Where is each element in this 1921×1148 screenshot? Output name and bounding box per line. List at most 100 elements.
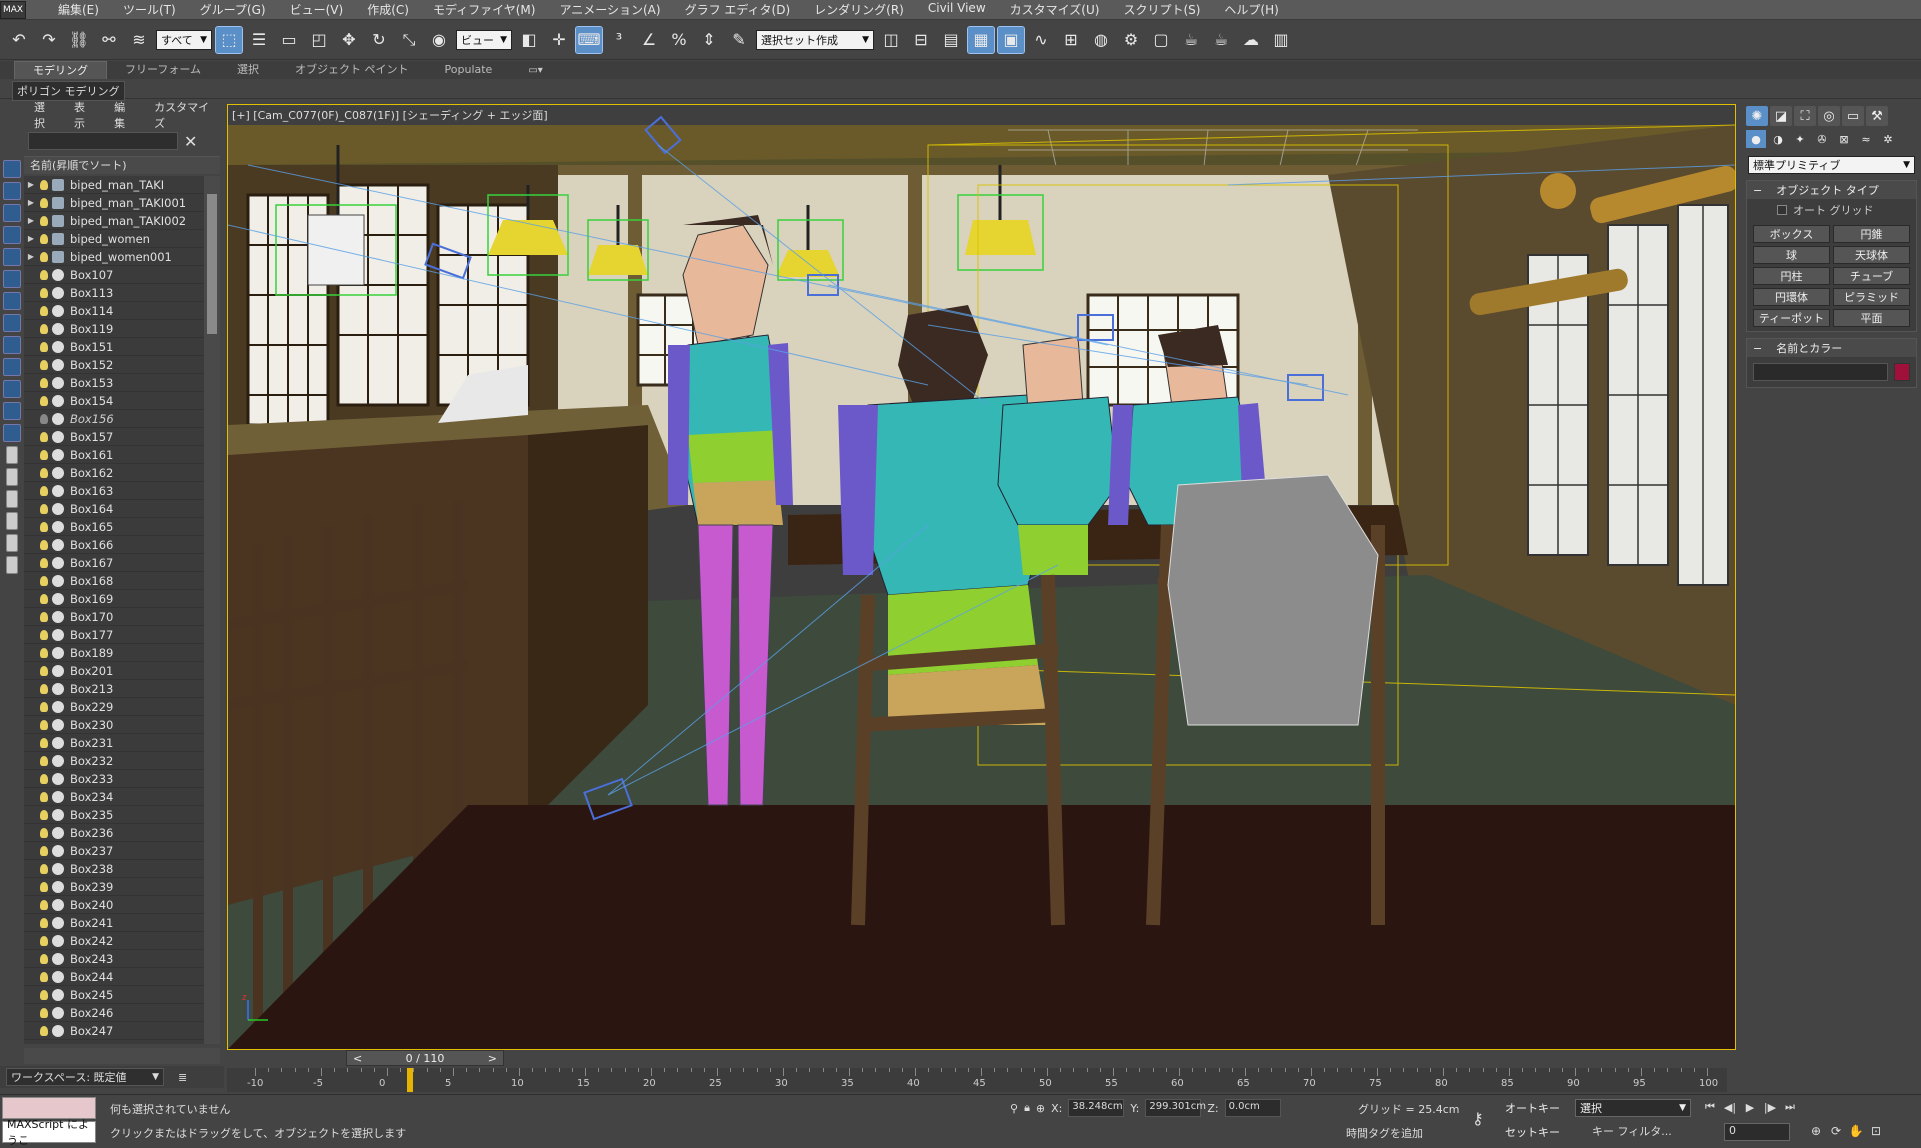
visibility-bulb-icon[interactable] <box>40 971 48 982</box>
primitive-button-8[interactable]: ティーポット <box>1753 309 1830 327</box>
cameras-icon[interactable]: ✇ <box>1812 130 1832 148</box>
menu-6[interactable]: アニメーション(A) <box>547 1 672 18</box>
menu-3[interactable]: ビュー(V) <box>278 1 356 18</box>
visibility-bulb-icon[interactable] <box>40 953 48 964</box>
list-item[interactable]: Box238 <box>24 860 204 878</box>
display-all-icon[interactable] <box>3 182 21 200</box>
list-item[interactable]: ▶ biped_man_TAKI <box>24 176 204 194</box>
visibility-bulb-icon[interactable] <box>40 629 48 640</box>
visibility-bulb-icon[interactable] <box>40 269 48 280</box>
pivot-center-icon[interactable]: ◧ <box>516 27 542 53</box>
auto-key-button[interactable]: オートキー <box>1505 1099 1565 1117</box>
spinner-snap-icon[interactable]: ⇕ <box>696 27 722 53</box>
sort-icon[interactable] <box>6 556 18 574</box>
list-item[interactable]: Box230 <box>24 716 204 734</box>
workspace-dropdown[interactable]: ワークスペース: 既定値 ▼ <box>6 1068 164 1086</box>
scale-icon[interactable]: ⤡ <box>396 27 422 53</box>
visibility-bulb-icon[interactable] <box>40 359 48 370</box>
list-item[interactable]: Box154 <box>24 392 204 410</box>
list-item[interactable]: Box168 <box>24 572 204 590</box>
display-none-icon[interactable] <box>3 160 21 178</box>
window-crossing-icon[interactable]: ◰ <box>306 27 332 53</box>
list-item[interactable]: Box239 <box>24 878 204 896</box>
list-item[interactable]: Box201 <box>24 662 204 680</box>
list-item[interactable]: Box234 <box>24 788 204 806</box>
primitive-type-dropdown[interactable]: 標準プリミティブ ▼ <box>1748 156 1915 174</box>
visibility-bulb-icon[interactable] <box>40 593 48 604</box>
display-groups-icon[interactable] <box>3 336 21 354</box>
visibility-bulb-icon[interactable] <box>40 341 48 352</box>
visibility-bulb-icon[interactable] <box>40 503 48 514</box>
visibility-bulb-icon[interactable] <box>40 827 48 838</box>
ribbon-tab-0[interactable]: モデリング <box>14 61 107 79</box>
list-item[interactable]: ▶ biped_women001 <box>24 248 204 266</box>
polygon-modeling-label[interactable]: ポリゴン モデリング <box>12 81 125 101</box>
visibility-bulb-icon[interactable] <box>40 719 48 730</box>
visibility-bulb-icon[interactable] <box>40 449 48 460</box>
layers-icon[interactable]: ≣ <box>178 1071 187 1084</box>
motion-tab-icon[interactable]: ◎ <box>1818 106 1840 126</box>
select-manipulate-icon[interactable]: ✛ <box>546 27 572 53</box>
snap-3d-icon[interactable]: ³ <box>606 27 632 53</box>
current-frame-field[interactable]: 0 <box>1724 1123 1790 1141</box>
helpers-icon[interactable]: ⊠ <box>1834 130 1854 148</box>
expand-icon[interactable]: ▶ <box>24 198 38 207</box>
lock-icon[interactable]: 🔒︎ <box>1024 1101 1030 1115</box>
named-selection-set-dropdown[interactable]: 選択セット作成 ▼ <box>756 29 874 50</box>
primitive-button-5[interactable]: チューブ <box>1833 267 1910 285</box>
list-item[interactable]: Box152 <box>24 356 204 374</box>
visibility-bulb-icon[interactable] <box>40 611 48 622</box>
percent-snap-icon[interactable]: % <box>666 27 692 53</box>
list-item[interactable]: Box189 <box>24 644 204 662</box>
hierarchy-tab-icon[interactable]: ⛶ <box>1794 106 1816 126</box>
primitive-button-3[interactable]: 天球体 <box>1833 246 1910 264</box>
visibility-bulb-icon[interactable] <box>40 557 48 568</box>
visibility-bulb-icon[interactable] <box>40 773 48 784</box>
ribbon-tab-4[interactable]: Populate <box>427 61 511 79</box>
visibility-bulb-icon[interactable] <box>40 431 48 442</box>
ribbon-tab-1[interactable]: フリーフォーム <box>107 61 219 79</box>
display-tab-icon[interactable]: ▭ <box>1842 106 1864 126</box>
visibility-bulb-icon[interactable] <box>40 485 48 496</box>
display-xrefs-icon[interactable] <box>3 358 21 376</box>
visibility-bulb-icon[interactable] <box>40 413 48 424</box>
menu-2[interactable]: グループ(G) <box>188 1 278 18</box>
list-item[interactable]: Box241 <box>24 914 204 932</box>
visibility-bulb-icon[interactable] <box>40 1007 48 1018</box>
display-bones-icon[interactable] <box>3 380 21 398</box>
primitive-button-1[interactable]: 円錐 <box>1833 225 1910 243</box>
menu-10[interactable]: カスタマイズ(U) <box>998 1 1112 18</box>
render-cloud-icon[interactable]: ☁ <box>1238 27 1264 53</box>
list-item[interactable]: Box233 <box>24 770 204 788</box>
orbit-icon[interactable]: ⟳ <box>1828 1123 1844 1139</box>
menu-9[interactable]: Civil View <box>916 1 998 18</box>
utilities-tab-icon[interactable]: ⚒ <box>1866 106 1888 126</box>
list-item[interactable]: Box163 <box>24 482 204 500</box>
list-item[interactable]: Box114 <box>24 302 204 320</box>
list-item[interactable]: Box113 <box>24 284 204 302</box>
visibility-bulb-icon[interactable] <box>40 683 48 694</box>
visibility-bulb-icon[interactable] <box>40 899 48 910</box>
list-item[interactable]: Box229 <box>24 698 204 716</box>
x-coordinate-field[interactable]: 38.248cm <box>1068 1099 1125 1117</box>
play-icon[interactable]: ▶ <box>1742 1099 1758 1115</box>
visibility-bulb-icon[interactable] <box>40 197 48 208</box>
rotate-icon[interactable]: ↻ <box>366 27 392 53</box>
visibility-bulb-icon[interactable] <box>40 647 48 658</box>
visibility-bulb-icon[interactable] <box>40 863 48 874</box>
find-icon[interactable] <box>6 468 18 486</box>
mirror-icon[interactable]: ◫ <box>878 27 904 53</box>
absolute-mode-icon[interactable]: ⊕ <box>1036 1102 1045 1115</box>
list-item[interactable]: Box177 <box>24 626 204 644</box>
shapes-icon[interactable]: ◑ <box>1768 130 1788 148</box>
object-name-input[interactable] <box>1753 363 1888 381</box>
rect-selection-icon[interactable]: ▭ <box>276 27 302 53</box>
scene-vertical-scrollbar[interactable] <box>204 176 220 1044</box>
list-item[interactable]: Box245 <box>24 986 204 1004</box>
time-slider[interactable]: < 0 / 110 > <box>346 1050 504 1066</box>
menu-0[interactable]: 編集(E) <box>46 1 111 18</box>
scene-tab-2[interactable]: 編集 <box>104 99 144 131</box>
a360-gallery-icon[interactable]: ▥ <box>1268 27 1294 53</box>
list-item[interactable]: Box246 <box>24 1004 204 1022</box>
undo-icon[interactable]: ↶ <box>6 27 32 53</box>
